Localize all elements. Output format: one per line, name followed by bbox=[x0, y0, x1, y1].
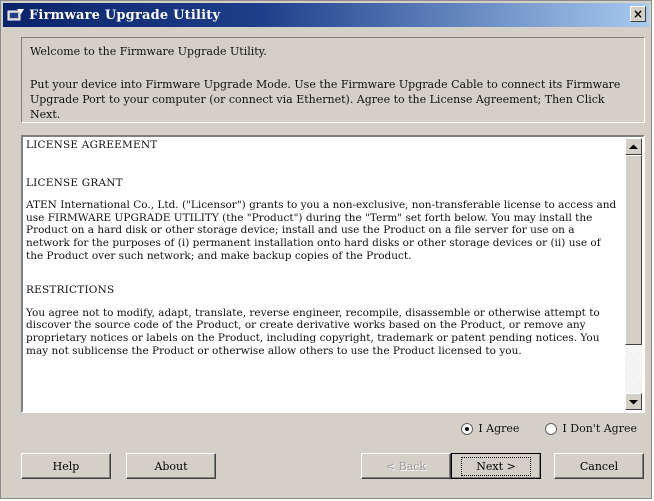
cancel-button[interactable]: Cancel bbox=[554, 453, 644, 479]
help-button[interactable]: Help bbox=[21, 453, 111, 479]
restrictions-text: You agree not to modify, adapt, translat… bbox=[26, 306, 600, 357]
chevron-down-icon bbox=[629, 399, 638, 404]
cancel-button-label: Cancel bbox=[579, 459, 619, 473]
window-title: Firmware Upgrade Utility bbox=[29, 7, 221, 23]
chevron-up-icon bbox=[629, 144, 638, 149]
license-grant-text: ATEN International Co., Ltd. ("Licensor"… bbox=[26, 199, 617, 262]
about-button-label: About bbox=[154, 459, 188, 473]
restrictions-heading: RESTRICTIONS bbox=[26, 284, 115, 297]
next-button-label: Next > bbox=[461, 456, 531, 476]
agree-radio[interactable]: I Agree bbox=[461, 422, 519, 435]
welcome-panel: Welcome to the Firmware Upgrade Utility.… bbox=[21, 37, 645, 123]
disagree-radio-circle[interactable] bbox=[545, 422, 558, 435]
scroll-down-button[interactable] bbox=[625, 393, 642, 410]
firmware-upgrade-window: Firmware Upgrade Utility × Welcome to th… bbox=[0, 0, 652, 499]
agree-label: I Agree bbox=[478, 422, 520, 435]
title-bar[interactable]: Firmware Upgrade Utility × bbox=[3, 3, 649, 27]
back-button-label: < Back bbox=[385, 459, 427, 473]
welcome-line: Welcome to the Firmware Upgrade Utility. bbox=[30, 45, 267, 58]
license-agreement-textbox[interactable]: LICENSE AGREEMENT LICENSE GRANT ATEN Int… bbox=[21, 135, 645, 413]
close-button[interactable]: × bbox=[630, 6, 646, 22]
disagree-label: I Don't Agree bbox=[562, 422, 637, 435]
vertical-scrollbar[interactable] bbox=[625, 138, 642, 410]
license-title: LICENSE AGREEMENT bbox=[26, 139, 158, 151]
license-grant-heading: LICENSE GRANT bbox=[26, 176, 123, 189]
instructions-text: Put your device into Firmware Upgrade Mo… bbox=[30, 78, 621, 121]
about-button[interactable]: About bbox=[126, 453, 216, 479]
next-button[interactable]: Next > bbox=[451, 453, 541, 479]
scroll-thumb[interactable] bbox=[625, 155, 642, 345]
license-text-area: LICENSE AGREEMENT LICENSE GRANT ATEN Int… bbox=[26, 139, 621, 409]
agree-radio-circle[interactable] bbox=[461, 422, 474, 435]
scroll-up-button[interactable] bbox=[625, 138, 642, 155]
back-button[interactable]: < Back bbox=[361, 453, 451, 479]
close-icon: × bbox=[632, 7, 644, 21]
help-button-label: Help bbox=[52, 459, 80, 473]
agreement-options: I Agree I Don't Agree bbox=[435, 422, 637, 435]
radio-selected-dot bbox=[465, 426, 470, 431]
app-icon bbox=[7, 7, 25, 23]
disagree-radio[interactable]: I Don't Agree bbox=[545, 422, 637, 435]
